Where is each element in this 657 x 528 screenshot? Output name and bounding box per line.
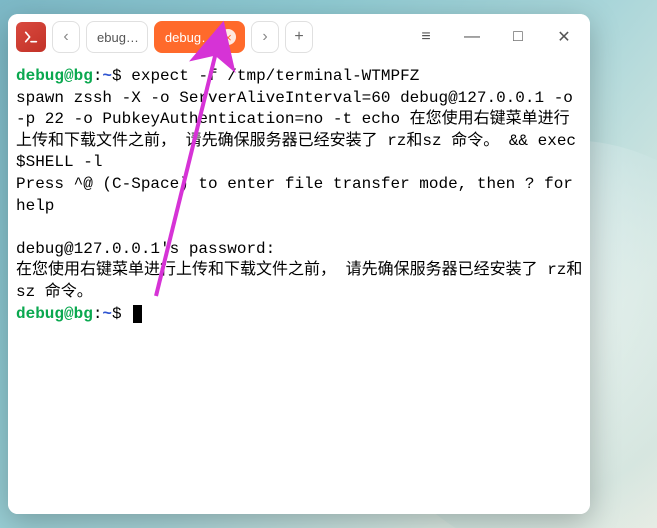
terminal-window: ‹ ebug… debug… × › + ≡ — [8, 14, 590, 514]
prompt-user: debug@bg [16, 305, 93, 323]
cursor [133, 305, 142, 323]
minimize-icon: — [464, 28, 480, 46]
tab-add-button[interactable]: + [285, 21, 313, 53]
terminal-body[interactable]: debug@bg:~$ expect -f /tmp/terminal-WTMP… [8, 60, 590, 514]
desktop-background: ‹ ebug… debug… × › + ≡ — [0, 0, 657, 528]
prompt-char: $ [112, 67, 122, 85]
output-line-spawn: spawn zssh -X -o ServerAliveInterval=60 … [16, 89, 586, 172]
prompt-char: $ [112, 305, 122, 323]
titlebar: ‹ ebug… debug… × › + ≡ — [8, 14, 590, 60]
tab-next-button[interactable]: › [251, 21, 279, 53]
tab-label: ebug… [97, 30, 139, 45]
menu-button[interactable]: ≡ [406, 21, 446, 53]
plus-icon: + [294, 28, 303, 46]
output-line-password: debug@127.0.0.1's password: [16, 240, 275, 258]
close-window-button[interactable]: ✕ [544, 21, 584, 53]
tab-active[interactable]: debug… × [154, 21, 245, 53]
tab-inactive[interactable]: ebug… [86, 21, 148, 53]
output-line-hint: Press ^@ (C-Space) to enter file transfe… [16, 175, 583, 215]
prompt-sep: : [93, 305, 103, 323]
app-icon[interactable] [16, 22, 46, 52]
hamburger-icon: ≡ [421, 28, 430, 46]
close-icon: ✕ [557, 27, 570, 47]
chevron-right-icon: › [262, 28, 267, 46]
output-line-msg: 在您使用右键菜单进行上传和下载文件之前， 请先确保服务器已经安装了 rz和sz … [16, 261, 582, 301]
close-icon: × [224, 31, 232, 44]
tab-label: debug… [165, 30, 214, 45]
command-line-1: expect -f /tmp/terminal-WTMPFZ [122, 67, 420, 85]
chevron-left-icon: ‹ [63, 28, 68, 46]
prompt-sep: : [93, 67, 103, 85]
prompt-path: ~ [102, 305, 112, 323]
minimize-button[interactable]: — [452, 21, 492, 53]
prompt-path: ~ [102, 67, 112, 85]
terminal-icon [23, 29, 39, 45]
prompt-user: debug@bg [16, 67, 93, 85]
tab-prev-button[interactable]: ‹ [52, 21, 80, 53]
tab-close-button[interactable]: × [220, 29, 236, 45]
maximize-button[interactable]: □ [498, 21, 538, 53]
maximize-icon: □ [513, 28, 523, 46]
